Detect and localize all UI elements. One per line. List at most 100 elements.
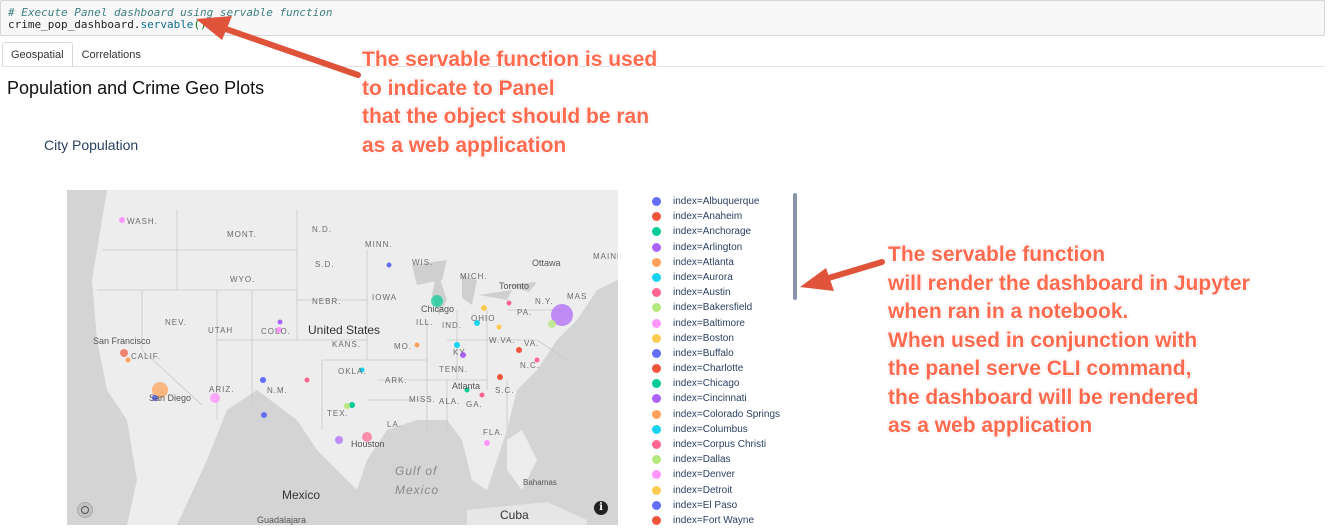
legend-label: index=Bakersfield [673,302,753,314]
map-label-wyo: WYO. [230,275,256,284]
legend-label: index=Corpus Christi [673,439,767,450]
map-label-ky: KY. [453,348,468,357]
tab-divider [2,66,1325,67]
map-label-ariz: ARIZ. [209,385,235,394]
legend-marker [652,303,661,313]
legend-label: index=Buffalo [673,347,734,359]
code-function: servable [140,18,194,31]
code-object: crime_pop_dashboard. [8,18,141,31]
map-label-nev: NEV. [165,318,187,327]
legend-marker [652,227,661,237]
legend-label: index=Chicago [673,378,740,390]
legend-label: index=Cincinnati [673,393,747,405]
legend-marker [652,440,661,449]
map-label-maine: MAINE [593,252,618,261]
annotation-line: that the object should be ran [362,105,650,128]
legend-marker [652,272,661,282]
plot-title: City Population [44,137,139,153]
legend-label: index=Albuquerque [673,196,760,207]
map-label-colo: COLO. [261,327,291,336]
map-label-ny: N.Y. [535,297,554,306]
legend-label: index=Baltimore [673,317,745,329]
annotation-line: when ran in a notebook. [888,300,1129,323]
legend-marker [652,515,661,525]
legend-marker [652,379,661,389]
annotation-line: will render the dashboard in Jupyter [888,271,1250,295]
legend-marker [652,364,661,374]
annotation-line: The servable function is used [362,48,658,71]
code-parens: () [193,18,207,31]
legend-marker [652,470,661,480]
legend-label: index=Colorado Springs [673,408,781,420]
legend-label: index=Austin [673,287,731,299]
map-label-houston: Houston [351,439,385,449]
info-icon[interactable]: i [594,501,608,515]
map-label-tenn: TENN. [439,365,468,374]
map-label-chicago: Chicago [421,304,455,314]
map-label-bahamas: Bahamas [523,478,557,487]
compass-icon[interactable] [77,502,93,518]
tab-geospatial[interactable]: Geospatial [2,42,73,67]
map-label-minn: MINN. [365,240,393,249]
map-label-kans: KANS. [332,340,362,349]
map-label-va: VA. [524,339,540,348]
legend-label: index=Boston [673,332,734,344]
map-label-toronto: Toronto [499,281,530,291]
legend-label: index=Anaheim [673,211,743,223]
legend-label: index=Dallas [673,454,731,466]
legend-marker [652,394,661,404]
map-label-ind: IND. [442,321,462,330]
annotation-line: as a web application [888,414,1093,437]
annotation-line: When used in conjunction with [888,328,1198,352]
map-label-nebr: NEBR. [312,297,342,306]
map-label-san-diego: San Diego [149,393,192,403]
map-plot[interactable]: WASH. MONT. N.D. MINN. Ottawa MAINE S.D.… [67,190,618,525]
legend-marker [652,485,661,495]
map-label-mexico: Mexico [282,488,321,502]
map-label-ala: ALA. [439,397,461,406]
map-label-gulf: Gulf of [395,464,438,478]
code-cell[interactable]: # Execute Panel dashboard using servable… [0,0,1325,36]
map-label-guadalajara: Guadalajara [257,515,307,525]
map-label-mass: MAS [567,292,588,301]
legend-marker [652,288,661,298]
map-label-wis: WIS. [412,258,434,267]
tab-correlations[interactable]: Correlations [73,42,150,67]
legend-label: index=Denver [673,469,735,481]
legend-marker [652,333,661,343]
map-label-nm: N.M. [267,386,288,395]
map-label-ohio: OHIO [471,314,496,323]
map-label-utah: UTAH [208,326,234,335]
legend-marker [652,424,661,434]
legend-scrollbar[interactable] [793,193,797,300]
map-label-nd: N.D. [312,225,332,234]
annotation-servable-renders: The servable function will render the das… [888,241,1250,441]
legend-label: index=Aurora [673,271,733,283]
legend-marker [652,409,661,419]
tab-bar: Geospatial Correlations [2,42,150,67]
map-label-cuba: Cuba [500,508,529,522]
map-label-iowa: IOWA [372,293,398,302]
code-statement: crime_pop_dashboard.servable() [8,18,207,31]
map-label-ottawa: Ottawa [532,258,561,268]
legend-marker [652,257,661,267]
legend-marker [652,348,661,358]
map-label-calif: CALIF. [131,352,162,361]
legend-label: index=Arlington [673,241,743,253]
legend-label: index=El Paso [673,499,738,511]
legend-marker [652,318,661,328]
map-label-ga: GA. [466,400,483,409]
legend-label: index=Fort Wayne [673,514,755,526]
map-label-united-states: United States [308,323,381,337]
annotation-line: The servable function [888,243,1106,266]
map-label-okla: OKLA. [338,367,367,376]
legend-marker [652,197,661,206]
map-label-sd: S.D. [315,260,335,269]
map-label-sc: S.C. [495,386,515,395]
annotation-line: the panel serve CLI command, [888,357,1192,380]
legend-label: index=Anchorage [673,226,752,238]
map-label-ark: ARK. [385,376,408,385]
legend-label: index=Columbus [673,423,748,435]
map-label-mo: MO. [394,342,413,351]
map-label-mont: MONT. [227,230,257,239]
